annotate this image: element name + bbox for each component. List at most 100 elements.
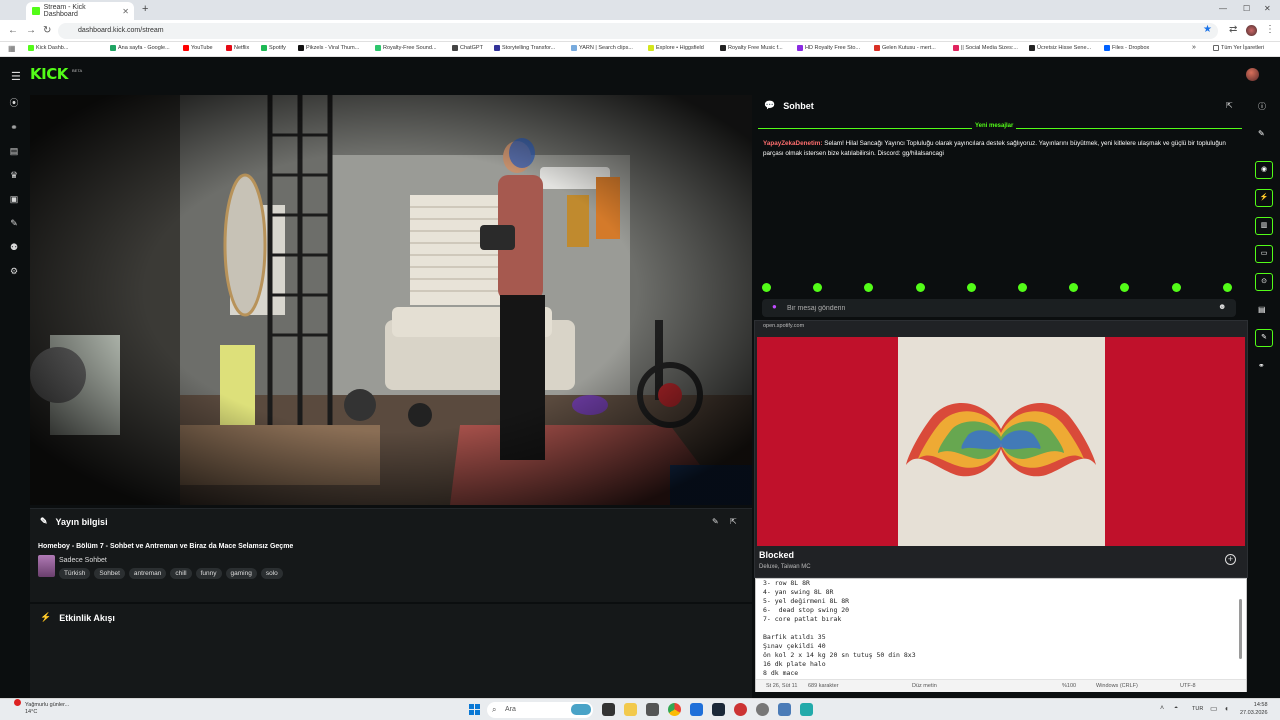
news-widget-icon[interactable] (571, 704, 591, 715)
broadcast-icon[interactable]: ⊙ (1255, 273, 1273, 291)
bookmark-star-icon[interactable]: ★ (1203, 24, 1212, 35)
bookmark-item[interactable]: Royalty Free Music f... (720, 45, 783, 51)
keyboard-language[interactable]: TUR (1192, 706, 1203, 712)
tray-app-icon[interactable]: ◓ (1174, 705, 1178, 712)
extensions-icon[interactable]: ⇄ (1229, 24, 1237, 35)
bookmark-item[interactable]: Spotify (261, 45, 286, 51)
kick-logo[interactable]: KICK (30, 65, 68, 83)
app-icon-red[interactable] (734, 703, 747, 716)
emote-icon[interactable] (1171, 283, 1181, 292)
microphone-icon[interactable]: ● (772, 302, 777, 311)
stream-video-preview[interactable] (30, 95, 752, 505)
app-icon-blue[interactable] (690, 703, 703, 716)
chat-username[interactable]: YapayZekaDenetim: (763, 140, 823, 147)
analytics-icon[interactable]: ▤ (8, 145, 20, 157)
tab-close-icon[interactable]: ✕ (122, 7, 129, 16)
emote-icon[interactable] (864, 283, 874, 292)
chat-popout-icon[interactable]: ⇱ (1226, 101, 1233, 110)
clipboard-icon[interactable]: ▥ (1255, 217, 1273, 235)
info-icon[interactable]: ⓘ (1258, 101, 1266, 112)
tag-chip[interactable]: Sohbet (94, 568, 125, 579)
tag-chip[interactable]: funny (195, 568, 222, 579)
file-explorer-icon[interactable] (624, 703, 637, 716)
tag-chip[interactable]: antreman (128, 568, 167, 579)
user-avatar[interactable] (1246, 68, 1259, 81)
bookmark-item[interactable]: Pikzels - Viral Thum... (298, 45, 359, 51)
back-icon[interactable]: ← (8, 25, 18, 36)
camera-icon[interactable]: ◉ (1255, 161, 1273, 179)
bookmark-item[interactable]: || Social Media Sizes:... (953, 45, 1018, 51)
settings-icon[interactable]: ⚙ (8, 265, 20, 277)
maximize-icon[interactable]: ☐ (1243, 4, 1250, 13)
share-icon[interactable]: ⚭ (1258, 361, 1265, 370)
emote-icon[interactable] (966, 283, 976, 292)
forward-icon[interactable]: → (26, 25, 36, 36)
tools-icon[interactable]: ✎ (8, 217, 20, 229)
pencil-icon[interactable]: ✎ (1258, 129, 1265, 138)
notepad-scrollbar[interactable] (1239, 599, 1242, 659)
emote-icon[interactable] (762, 283, 771, 292)
chat-message-input[interactable] (787, 301, 1207, 315)
bookmark-item[interactable]: Netflix (226, 45, 249, 51)
all-bookmarks-folder[interactable]: Tüm Yer İşaretleri (1213, 45, 1264, 51)
bookmark-item[interactable]: ChatGPT (452, 45, 483, 51)
add-to-library-icon[interactable]: + (1225, 554, 1236, 565)
stream-category[interactable]: Sadece Sohbet (59, 557, 107, 564)
network-icon[interactable]: ▭ (1210, 704, 1218, 713)
emoji-icon[interactable]: ☻ (1218, 302, 1226, 311)
bookmark-item[interactable]: Explore • Higgsfield (648, 45, 704, 51)
lightning-icon[interactable]: ⚡ (1255, 189, 1273, 207)
weather-widget[interactable]: Yağmurlu günler... 14°C (25, 702, 69, 716)
url-field[interactable]: dashboard.kick.com/stream (58, 23, 1218, 39)
track-artist[interactable]: Deluxe, Taiwan MC (759, 564, 811, 570)
bookmark-item[interactable]: Ücretsiz Hisse Sene... (1029, 45, 1091, 51)
bookmark-item[interactable]: Storytelling Transfor... (494, 45, 555, 51)
menu-icon[interactable]: ☰ (11, 70, 21, 83)
bookmark-item[interactable]: Files - Dropbox (1104, 45, 1149, 51)
emote-icon[interactable] (1069, 283, 1079, 292)
task-view-icon[interactable] (602, 703, 615, 716)
bookmark-item[interactable]: Royalty-Free Sound... (375, 45, 437, 51)
browser-menu-icon[interactable]: ⋮ (1265, 24, 1275, 35)
wrench-tool-icon[interactable]: ✎ (1255, 329, 1273, 347)
store-icon[interactable] (646, 703, 659, 716)
tag-chip[interactable]: chill (170, 568, 192, 579)
bookmark-item[interactable]: Kick Dashb... (28, 45, 68, 51)
steam-icon[interactable] (712, 703, 725, 716)
bookmark-item[interactable]: Gelen Kutusu - mert... (874, 45, 936, 51)
reload-icon[interactable]: ↻ (43, 25, 51, 36)
server-icon[interactable]: ▤ (1258, 305, 1266, 314)
link-icon[interactable]: ⚭ (8, 121, 20, 133)
trophy-icon[interactable]: ♛ (8, 169, 20, 181)
emote-icon[interactable] (813, 283, 823, 292)
notepad-text-area[interactable]: 3- row 8L 8R 4- yan swing 8L 8R 5- yel değ… (763, 579, 916, 678)
tag-chip[interactable]: gaming (225, 568, 257, 579)
settings-gear-icon[interactable] (778, 703, 791, 716)
stream-live-icon[interactable]: ⦿ (8, 97, 20, 109)
apps-grid-icon[interactable]: ▦ (8, 44, 16, 53)
popout-icon[interactable]: ⇱ (730, 517, 737, 526)
bookmark-item[interactable]: YouTube (183, 45, 213, 51)
new-tab-icon[interactable]: + (142, 3, 148, 15)
emote-icon[interactable] (915, 283, 925, 292)
tag-chip[interactable]: solo (260, 568, 283, 579)
app-icon-gray[interactable] (756, 703, 769, 716)
bookmark-item[interactable]: Ana sayfa - Google... (110, 45, 170, 51)
bookmark-item[interactable]: HD Royalty Free Sto... (797, 45, 860, 51)
browser-tab[interactable]: Stream - Kick Dashboard ✕ (26, 2, 134, 20)
community-icon[interactable]: ⚉ (8, 241, 20, 253)
taskbar-clock[interactable]: 14:58 27.03.2026 (1240, 701, 1268, 717)
emote-icon[interactable] (1222, 283, 1232, 292)
media-icon[interactable]: ▣ (8, 193, 20, 205)
bookmark-item[interactable]: YARN | Search clips... (571, 45, 633, 51)
emote-icon[interactable] (1120, 283, 1130, 292)
edit-icon[interactable]: ✎ (712, 517, 719, 526)
emote-icon[interactable] (1018, 283, 1027, 292)
volume-icon[interactable]: ◖ (1224, 704, 1229, 713)
chrome-icon[interactable] (668, 703, 681, 716)
more-bookmarks-icon[interactable]: » (1192, 44, 1196, 51)
notepad-taskbar-icon[interactable] (800, 703, 813, 716)
minimize-icon[interactable]: — (1219, 4, 1227, 13)
message-icon[interactable]: ▭ (1255, 245, 1273, 263)
browser-profile-avatar[interactable] (1246, 25, 1257, 36)
